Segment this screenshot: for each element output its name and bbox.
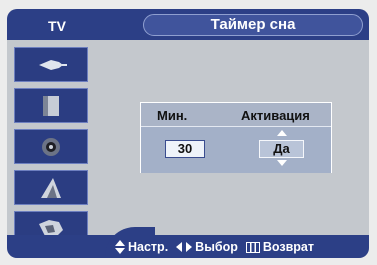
help-adjust: Настр.	[115, 240, 168, 254]
tv-screen: TV Таймер сна Мин. Активация 30 Да Настр…	[0, 0, 377, 265]
arrow-down-icon[interactable]	[277, 160, 287, 166]
activation-column-label: Активация	[241, 108, 310, 123]
sidebar-item-sound[interactable]	[14, 129, 88, 164]
help-return: Возврат	[245, 240, 314, 254]
picture-icon	[43, 95, 59, 116]
help-select: Выбор	[176, 240, 238, 254]
menu-title: Таймер сна	[143, 14, 363, 36]
help-return-label: Возврат	[262, 240, 314, 254]
sleep-timer-panel: Мин. Активация 30 Да	[140, 102, 332, 173]
tv-tab[interactable]: TV	[17, 16, 97, 36]
help-legend: Настр. Выбор Возврат	[115, 239, 314, 255]
sleep-timer-body: 30 Да	[141, 126, 331, 173]
menu-icon-column	[14, 47, 88, 247]
left-right-icon	[176, 242, 193, 252]
input-icon	[39, 59, 67, 70]
sidebar-item-input[interactable]	[14, 47, 88, 82]
sidebar-item-channel[interactable]	[14, 170, 88, 205]
sleep-timer-header: Мин. Активация	[141, 103, 331, 126]
minutes-field[interactable]: 30	[165, 140, 205, 158]
menu-icon	[245, 241, 260, 253]
channel-icon	[41, 177, 61, 198]
menu-header: TV Таймер сна	[7, 9, 369, 40]
sound-icon	[42, 137, 60, 156]
help-adjust-label: Настр.	[128, 240, 169, 254]
osd-menu: TV Таймер сна Мин. Активация 30 Да Настр…	[7, 9, 369, 258]
help-select-label: Выбор	[195, 240, 238, 254]
sidebar-item-picture[interactable]	[14, 88, 88, 123]
help-bar: Настр. Выбор Возврат	[7, 227, 369, 258]
up-down-icon	[115, 240, 125, 254]
arrow-up-icon[interactable]	[277, 130, 287, 136]
min-column-label: Мин.	[157, 108, 188, 123]
activation-field[interactable]: Да	[259, 140, 304, 158]
